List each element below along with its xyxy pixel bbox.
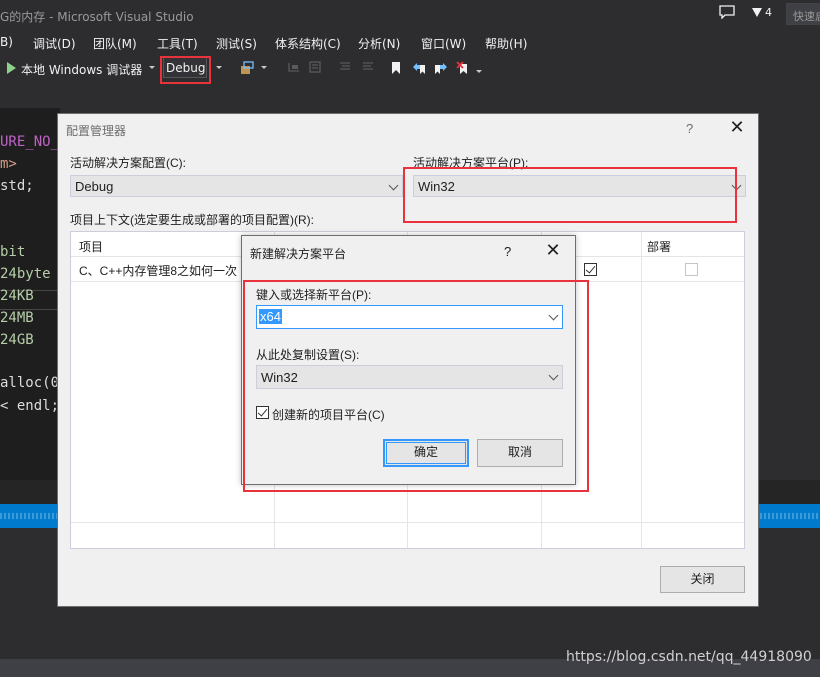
feedback-icon[interactable] (719, 5, 735, 20)
clear-bookmarks-icon[interactable] (456, 61, 468, 74)
start-debugging-button[interactable]: 本地 Windows 调试器 (21, 61, 142, 78)
menu-bar: B) 调试(D) 团队(M) 工具(T) 测试(S) 体系结构(C) 分析(N)… (0, 30, 820, 54)
find-in-files-icon[interactable] (241, 61, 254, 74)
code-editor[interactable]: URE_NO_ m> std; bit 24byte 24KB 24MB 24G… (0, 108, 60, 480)
flag-icon (752, 8, 762, 17)
watermark: https://blog.csdn.net/qq_44918090 (566, 649, 812, 665)
notification-count: 4 (765, 6, 772, 19)
close-icon[interactable]: ✕ (542, 240, 564, 261)
project-context-label: 项目上下文(选定要生成或部署的项目配置)(R): (70, 213, 314, 227)
start-debug-icon[interactable] (7, 62, 16, 74)
code-line: std; (0, 178, 34, 194)
navigate-backward-icon[interactable] (288, 61, 300, 73)
build-checkbox[interactable] (584, 263, 597, 276)
close-icon[interactable]: ✕ (726, 117, 748, 138)
comment-out-icon[interactable] (339, 61, 351, 73)
menu-window[interactable]: 窗口(W) (421, 35, 466, 52)
dialog-title: 配置管理器 (66, 124, 127, 138)
code-line: URE_NO_ (0, 134, 60, 150)
menu-architecture[interactable]: 体系结构(C) (275, 35, 341, 52)
title-bar: G的内存 - Microsoft Visual Studio 4 快速启 (0, 0, 820, 30)
code-line: 24KB (0, 288, 34, 304)
help-button[interactable]: ? (504, 244, 511, 259)
column-divider (641, 232, 642, 548)
menu-debug[interactable]: 调试(D) (33, 35, 76, 52)
code-line: 24byte (0, 266, 51, 282)
row-divider (71, 522, 744, 523)
help-button[interactable]: ? (686, 121, 693, 136)
code-line: bit (0, 244, 26, 260)
menu-test[interactable]: 测试(S) (216, 35, 257, 52)
standard-toolbar: 本地 Windows 调试器 Debug (0, 54, 820, 84)
menu-analyze[interactable]: 分析(N) (358, 35, 400, 52)
active-config-combo[interactable]: Debug (70, 175, 403, 197)
quick-launch-input[interactable]: 快速启 (786, 3, 820, 25)
notifications-button[interactable]: 4 (752, 6, 772, 19)
uncomment-icon[interactable] (362, 61, 374, 73)
toolbar-options-icon[interactable] (476, 70, 482, 73)
deploy-checkbox (685, 263, 698, 276)
find-dropdown-icon[interactable] (261, 66, 267, 69)
previous-bookmark-icon[interactable] (412, 61, 425, 74)
new-platform-highlight (243, 280, 589, 492)
code-line: 24GB (0, 332, 34, 348)
active-config-label: 活动解决方案配置(C): (70, 156, 186, 170)
active-config-value: Debug (75, 179, 114, 194)
menu-tools[interactable]: 工具(T) (157, 35, 198, 52)
close-button[interactable]: 关闭 (660, 566, 745, 593)
code-line: m> (0, 156, 17, 172)
column-header-deploy[interactable]: 部署 (647, 238, 671, 255)
window-title: G的内存 - Microsoft Visual Studio (0, 10, 194, 24)
configuration-highlight (160, 56, 211, 84)
run-target-dropdown-icon[interactable] (149, 66, 155, 69)
column-header-project[interactable]: 项目 (79, 238, 103, 255)
code-line: < endl; (0, 398, 60, 414)
code-line: alloc(0 (0, 375, 60, 391)
right-panel (758, 108, 820, 480)
navigate-forward-icon[interactable] (309, 61, 321, 73)
next-bookmark-icon[interactable] (434, 61, 447, 74)
toggle-bookmark-icon[interactable] (390, 61, 402, 74)
project-name: C、C++内存管理8之如何一次 (79, 264, 238, 278)
menu-build[interactable]: B) (0, 35, 13, 49)
dialog-title: 新建解决方案平台 (250, 247, 347, 261)
chevron-down-icon (388, 180, 399, 191)
code-line: 24MB (0, 310, 34, 326)
configuration-dropdown-icon[interactable] (216, 66, 222, 69)
active-platform-highlight (403, 167, 737, 223)
menu-team[interactable]: 团队(M) (93, 35, 137, 52)
menu-help[interactable]: 帮助(H) (485, 35, 527, 52)
